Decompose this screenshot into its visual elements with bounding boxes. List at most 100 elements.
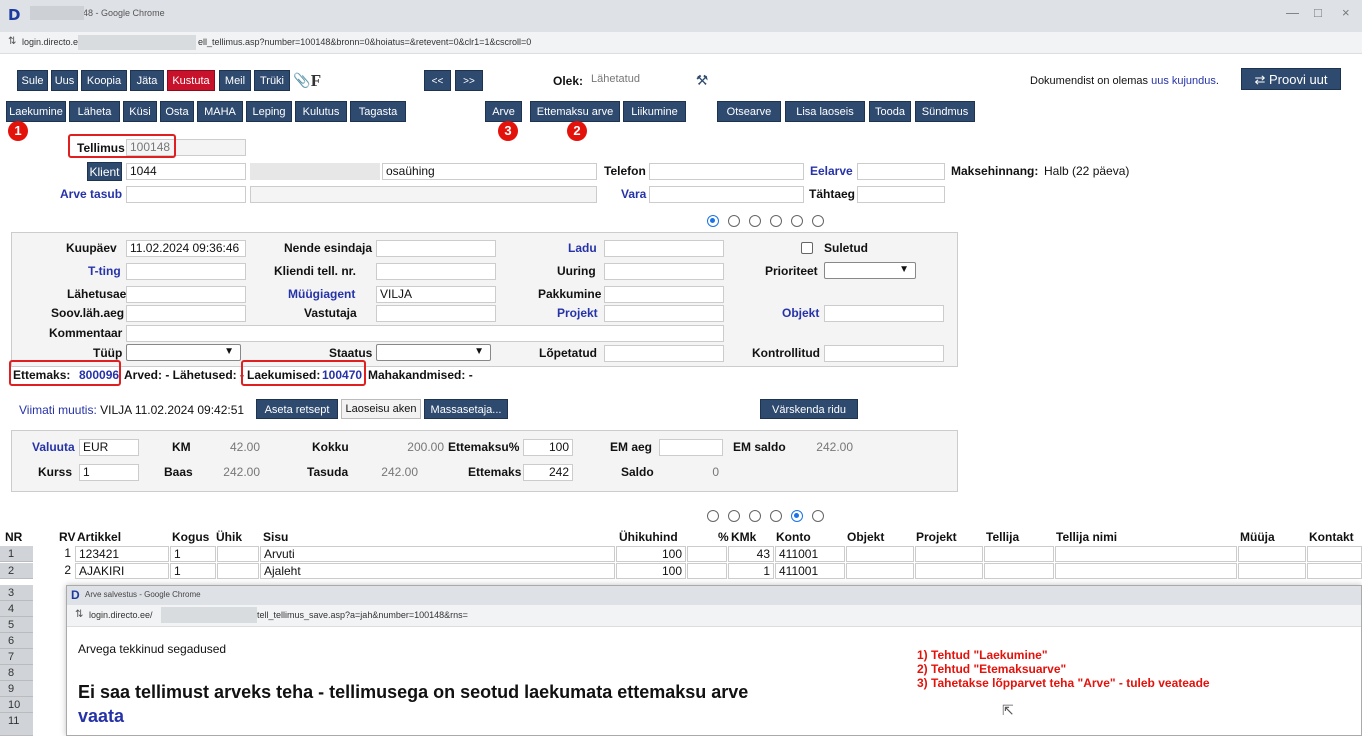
inquiry-input[interactable]: [604, 263, 724, 280]
save-button[interactable]: Jäta: [130, 70, 164, 91]
produce-button[interactable]: Tooda: [869, 101, 911, 122]
f-button[interactable]: F: [309, 70, 323, 91]
asset-label[interactable]: Vara: [621, 187, 646, 201]
invoice-payer-input[interactable]: [126, 186, 246, 203]
row-article[interactable]: 123421: [75, 546, 169, 562]
asset-input[interactable]: [649, 186, 804, 203]
row-contact[interactable]: [1307, 563, 1362, 579]
row-qty[interactable]: 1: [170, 563, 216, 579]
last-modified-label[interactable]: Viimati muutis:: [19, 403, 97, 417]
row-project[interactable]: [915, 563, 983, 579]
address-bar[interactable]: ⇅ login.directo.ee/ ell_tellimus.asp?num…: [0, 32, 1362, 54]
sales-agent-label[interactable]: Müügiagent: [288, 287, 355, 301]
offer-input[interactable]: [604, 286, 724, 303]
grid-radio-6[interactable]: [812, 510, 824, 522]
send-button[interactable]: Läheta: [69, 101, 120, 122]
prev-record-button[interactable]: <<: [424, 70, 451, 91]
row-seller[interactable]: [1238, 563, 1306, 579]
prepayment-pct-input[interactable]: 100: [523, 439, 573, 456]
next-record-button[interactable]: >>: [455, 70, 483, 91]
row-number[interactable]: 5: [0, 617, 33, 633]
row-number[interactable]: 6: [0, 633, 33, 649]
row-vat-code[interactable]: 43: [728, 546, 774, 562]
row-pct[interactable]: [687, 546, 727, 562]
row-customer-name[interactable]: [1055, 563, 1237, 579]
page-radio-5[interactable]: [791, 215, 803, 227]
delete-button[interactable]: Kustuta: [167, 70, 215, 91]
row-account[interactable]: 411001: [775, 546, 845, 562]
page-radio-2[interactable]: [728, 215, 740, 227]
representative-input[interactable]: [376, 240, 496, 257]
stock-window-button[interactable]: Laoseisu aken: [341, 399, 421, 419]
mass-insert-button[interactable]: Massasetaja...: [424, 399, 508, 419]
popup-address-bar[interactable]: ⇅ login.directo.ee/ tell_tellimus_save.a…: [67, 605, 1361, 627]
row-number[interactable]: 4: [0, 601, 33, 617]
maximize-icon[interactable]: □: [1314, 5, 1322, 20]
type-select[interactable]: ▼: [126, 344, 241, 361]
row-number[interactable]: 9: [0, 681, 33, 697]
project-input[interactable]: [604, 305, 724, 322]
close-icon[interactable]: ×: [1342, 5, 1350, 20]
receipt-button[interactable]: Laekumine: [6, 101, 66, 122]
project-label[interactable]: Projekt: [557, 306, 598, 320]
grid-radio-2[interactable]: [728, 510, 740, 522]
direct-invoice-button[interactable]: Otsearve: [717, 101, 781, 122]
paperclip-icon[interactable]: 📎: [293, 70, 310, 91]
row-object[interactable]: [846, 546, 914, 562]
rate-input[interactable]: 1: [79, 464, 139, 481]
row-article[interactable]: AJAKIRI: [75, 563, 169, 579]
mail-button[interactable]: Meil: [219, 70, 251, 91]
object-input[interactable]: [824, 305, 944, 322]
terms-input[interactable]: [126, 263, 246, 280]
grid-radio-3[interactable]: [749, 510, 761, 522]
warehouse-input[interactable]: [604, 240, 724, 257]
budget-input[interactable]: [857, 163, 945, 180]
row-number[interactable]: 1: [0, 546, 33, 562]
finished-input[interactable]: [604, 345, 724, 362]
row-customer-name[interactable]: [1055, 546, 1237, 562]
customer-button[interactable]: Klient: [87, 162, 122, 181]
add-stock-button[interactable]: Lisa laoseis: [785, 101, 865, 122]
customer-name-input[interactable]: osaühing: [382, 163, 597, 180]
row-number[interactable]: 3: [0, 585, 33, 601]
minimize-icon[interactable]: —: [1286, 5, 1299, 20]
date-input[interactable]: 11.02.2024 09:36:46: [126, 240, 246, 257]
expense-button[interactable]: Kulutus: [295, 101, 347, 122]
row-number[interactable]: 10: [0, 697, 33, 713]
status-select[interactable]: ▼: [376, 344, 491, 361]
budget-label[interactable]: Eelarve: [810, 164, 853, 178]
page-radio-3[interactable]: [749, 215, 761, 227]
hammer-icon[interactable]: ⚒: [692, 70, 712, 91]
print-button[interactable]: Trüki: [254, 70, 290, 91]
comment-input[interactable]: [126, 325, 724, 342]
priority-select[interactable]: ▼: [824, 262, 916, 279]
checked-input[interactable]: [824, 345, 944, 362]
closed-checkbox[interactable]: [801, 242, 813, 254]
site-settings-icon[interactable]: ⇅: [75, 609, 83, 620]
responsible-input[interactable]: [376, 305, 496, 322]
insert-recipe-button[interactable]: Aseta retsept: [256, 399, 338, 419]
grid-radio-1[interactable]: [707, 510, 719, 522]
page-radio-1[interactable]: [707, 215, 719, 227]
customer-order-nr-input[interactable]: [376, 263, 496, 280]
return-button[interactable]: Tagasta: [350, 101, 406, 122]
row-unit[interactable]: [217, 546, 259, 562]
row-vat-code[interactable]: 1: [728, 563, 774, 579]
prepayment-invoice-button[interactable]: Ettemaksu arve: [530, 101, 620, 122]
warehouse-label[interactable]: Ladu: [568, 241, 597, 255]
row-unit-price[interactable]: 100: [616, 563, 686, 579]
shipping-time-input[interactable]: [126, 286, 246, 303]
refresh-rows-button[interactable]: Värskenda ridu: [760, 399, 858, 419]
em-time-input[interactable]: [659, 439, 723, 456]
close-button[interactable]: Sule: [17, 70, 48, 91]
row-content[interactable]: Arvuti: [260, 546, 615, 562]
new-layout-link[interactable]: uus kujundus: [1151, 75, 1216, 87]
desired-ship-input[interactable]: [126, 305, 246, 322]
customer-code-input[interactable]: 1044: [126, 163, 246, 180]
page-radio-4[interactable]: [770, 215, 782, 227]
row-account[interactable]: 411001: [775, 563, 845, 579]
row-unit[interactable]: [217, 563, 259, 579]
row-customer[interactable]: [984, 546, 1054, 562]
grid-radio-5[interactable]: [791, 510, 803, 522]
view-link[interactable]: vaata: [78, 706, 124, 727]
